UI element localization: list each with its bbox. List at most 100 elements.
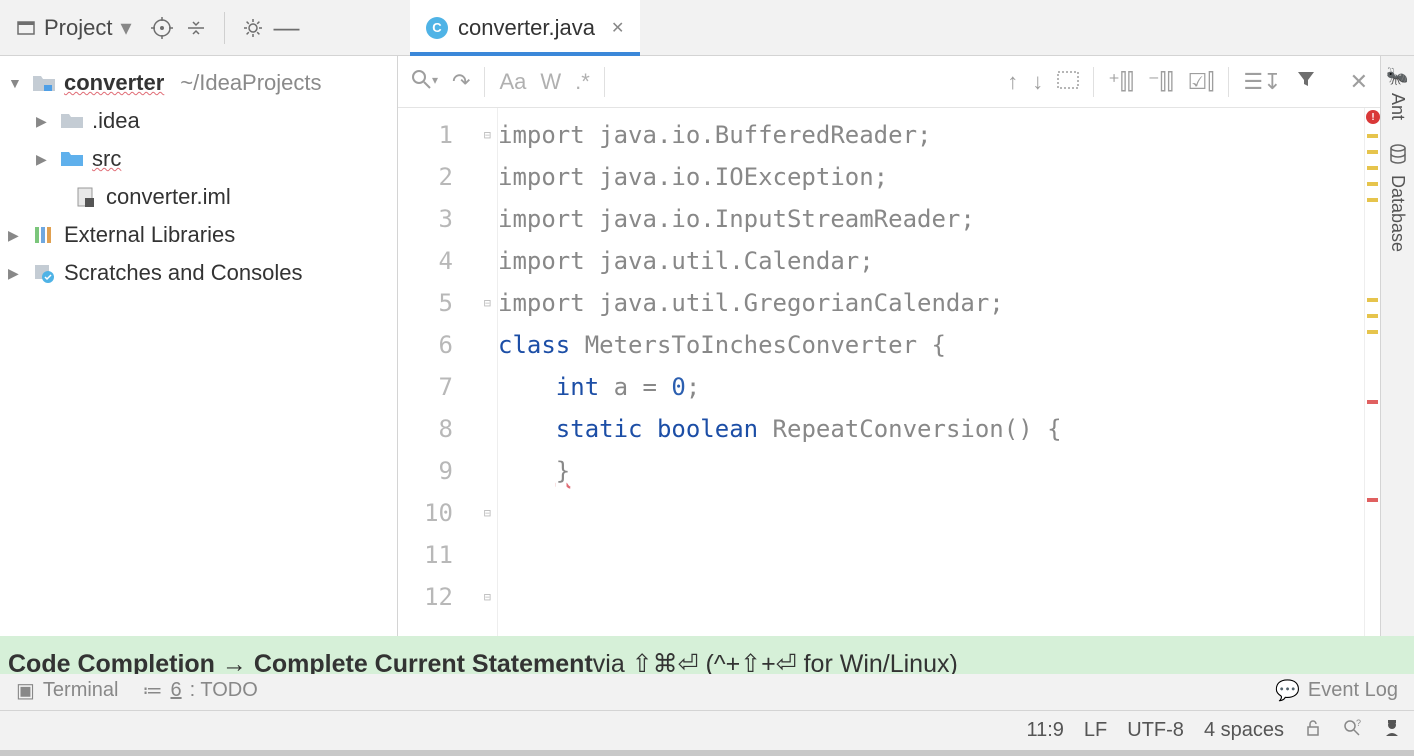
scratches-icon [32,263,56,283]
gutter: 1⊟ 2 3 4 5⊟ 6 7 8 9 10⊟ 11 12⊟ [398,108,498,636]
tree-item-label: Scratches and Consoles [64,260,302,286]
project-name: converter [64,70,164,96]
warning-marker[interactable] [1367,298,1378,302]
fold-icon[interactable]: ⊟ [484,114,491,156]
project-icon [16,18,36,38]
warning-marker[interactable] [1367,330,1378,334]
show-options-icon[interactable]: ☰↧ [1243,69,1281,95]
add-selection-icon[interactable]: ⁺⫿⫿ [1108,69,1134,95]
remove-selection-icon[interactable]: ⁻⫿⫿ [1148,69,1174,95]
todo-icon: ≔ [142,678,162,703]
tree-item-iml[interactable]: converter.iml [4,178,393,216]
expand-arrow-icon[interactable]: ▶ [8,265,24,282]
fold-icon[interactable]: ⊟ [484,576,491,618]
expand-arrow-icon[interactable]: ▶ [36,151,52,168]
tab-filename: converter.java [458,15,595,41]
line-number[interactable]: 12⊟ [398,576,497,618]
expand-arrow-icon[interactable]: ▶ [8,227,24,244]
code-line: import java.util.GregorianCalendar; [498,282,1364,324]
previous-occurrence-icon[interactable]: ↷ [452,69,470,95]
line-number[interactable]: 2 [398,156,497,198]
terminal-icon: ▣ [16,678,35,703]
collapse-icon[interactable] [184,16,208,40]
java-class-icon: C [426,17,448,39]
minimize-icon[interactable]: — [275,16,299,40]
line-separator[interactable]: LF [1084,719,1107,742]
project-path: ~/IdeaProjects [180,70,321,96]
memory-indicator-icon[interactable] [1382,718,1402,744]
close-icon[interactable]: ✕ [611,18,624,38]
iml-file-icon [74,187,98,207]
file-encoding[interactable]: UTF-8 [1127,719,1184,742]
code-editor[interactable]: import java.io.BufferedReader; import ja… [498,108,1364,636]
project-tree[interactable]: ▼ converter ~/IdeaProjects ▶ .idea ▶ src… [0,56,398,636]
status-bar: 11:9 LF UTF-8 4 spaces ? [0,710,1414,750]
source-folder-icon [60,149,84,169]
tree-item-label: External Libraries [64,222,235,248]
error-marker-icon[interactable]: ! [1366,110,1380,124]
warning-marker[interactable] [1367,182,1378,186]
line-number[interactable]: 4 [398,240,497,282]
select-all-icon[interactable] [1057,69,1079,95]
database-tool[interactable]: Database [1387,144,1408,252]
search-icon[interactable]: ▾ [410,68,438,96]
indent-settings[interactable]: 4 spaces [1204,719,1284,742]
close-search-icon[interactable]: ✕ [1350,69,1368,95]
line-number[interactable]: 1⊟ [398,114,497,156]
tree-root[interactable]: ▼ converter ~/IdeaProjects [4,64,393,102]
tree-item-src[interactable]: ▶ src [4,140,393,178]
down-arrow-icon[interactable]: ↓ [1032,69,1043,95]
ant-tool[interactable]: 🐜 Ant [1386,66,1408,120]
line-number[interactable]: 11 [398,534,497,576]
expand-arrow-icon[interactable]: ▼ [8,75,24,91]
warning-marker[interactable] [1367,198,1378,202]
words-toggle[interactable]: W [540,69,561,95]
tree-external-libs[interactable]: ▶ External Libraries [4,216,393,254]
error-stripe[interactable]: ! [1364,108,1380,636]
tree-item-label: src [92,146,121,172]
warning-marker[interactable] [1367,314,1378,318]
code-line: import java.io.BufferedReader; [498,114,1364,156]
line-number[interactable]: 8 [398,408,497,450]
folder-icon [60,111,84,131]
warning-marker[interactable] [1367,150,1378,154]
locate-icon[interactable] [150,16,174,40]
code-line: class MetersToInchesConverter { [498,324,1364,366]
error-marker[interactable] [1367,498,1378,502]
warning-marker[interactable] [1367,134,1378,138]
expand-arrow-icon[interactable]: ▶ [36,113,52,130]
inspection-icon[interactable]: ? [1342,718,1362,744]
fold-icon[interactable]: ⊟ [484,282,491,324]
line-number[interactable]: 3 [398,198,497,240]
code-line: import java.io.IOException; [498,156,1364,198]
todo-tool[interactable]: ≔ 6: TODO [142,678,257,703]
error-marker[interactable] [1367,400,1378,404]
line-number[interactable]: 9 [398,450,497,492]
code-line: static boolean RepeatConversion() { [498,408,1364,450]
match-case-toggle[interactable]: Aa [499,69,526,95]
event-log-tool[interactable]: 💬 Event Log [1275,678,1398,703]
terminal-tool[interactable]: ▣ Terminal [16,678,118,703]
line-number[interactable]: 5⊟ [398,282,497,324]
up-arrow-icon[interactable]: ↑ [1007,69,1018,95]
line-number[interactable]: 6 [398,324,497,366]
tree-item-idea[interactable]: ▶ .idea [4,102,393,140]
divider [224,12,225,44]
ant-icon: 🐜 [1386,66,1408,87]
database-icon [1389,144,1407,169]
warning-marker[interactable] [1367,166,1378,170]
tree-scratches[interactable]: ▶ Scratches and Consoles [4,254,393,292]
library-icon [32,225,56,245]
tab-converter-java[interactable]: C converter.java ✕ [410,0,640,56]
fold-icon[interactable]: ⊟ [484,492,491,534]
filter-icon[interactable] [1296,69,1316,95]
editor-toolbar: ▾ ↷ Aa W .* ↑ ↓ ⁺⫿⫿ ⁻⫿⫿ ☑⫿ ☰↧ [398,56,1380,108]
regex-toggle[interactable]: .* [575,69,590,95]
lock-icon[interactable] [1304,719,1322,743]
line-number[interactable]: 7 [398,366,497,408]
project-dropdown[interactable]: Project ▾ [8,11,140,45]
line-number[interactable]: 10⊟ [398,492,497,534]
select-all-occurrences-icon[interactable]: ☑⫿ [1188,69,1215,95]
caret-position[interactable]: 11:9 [1026,719,1063,742]
gear-icon[interactable] [241,16,265,40]
